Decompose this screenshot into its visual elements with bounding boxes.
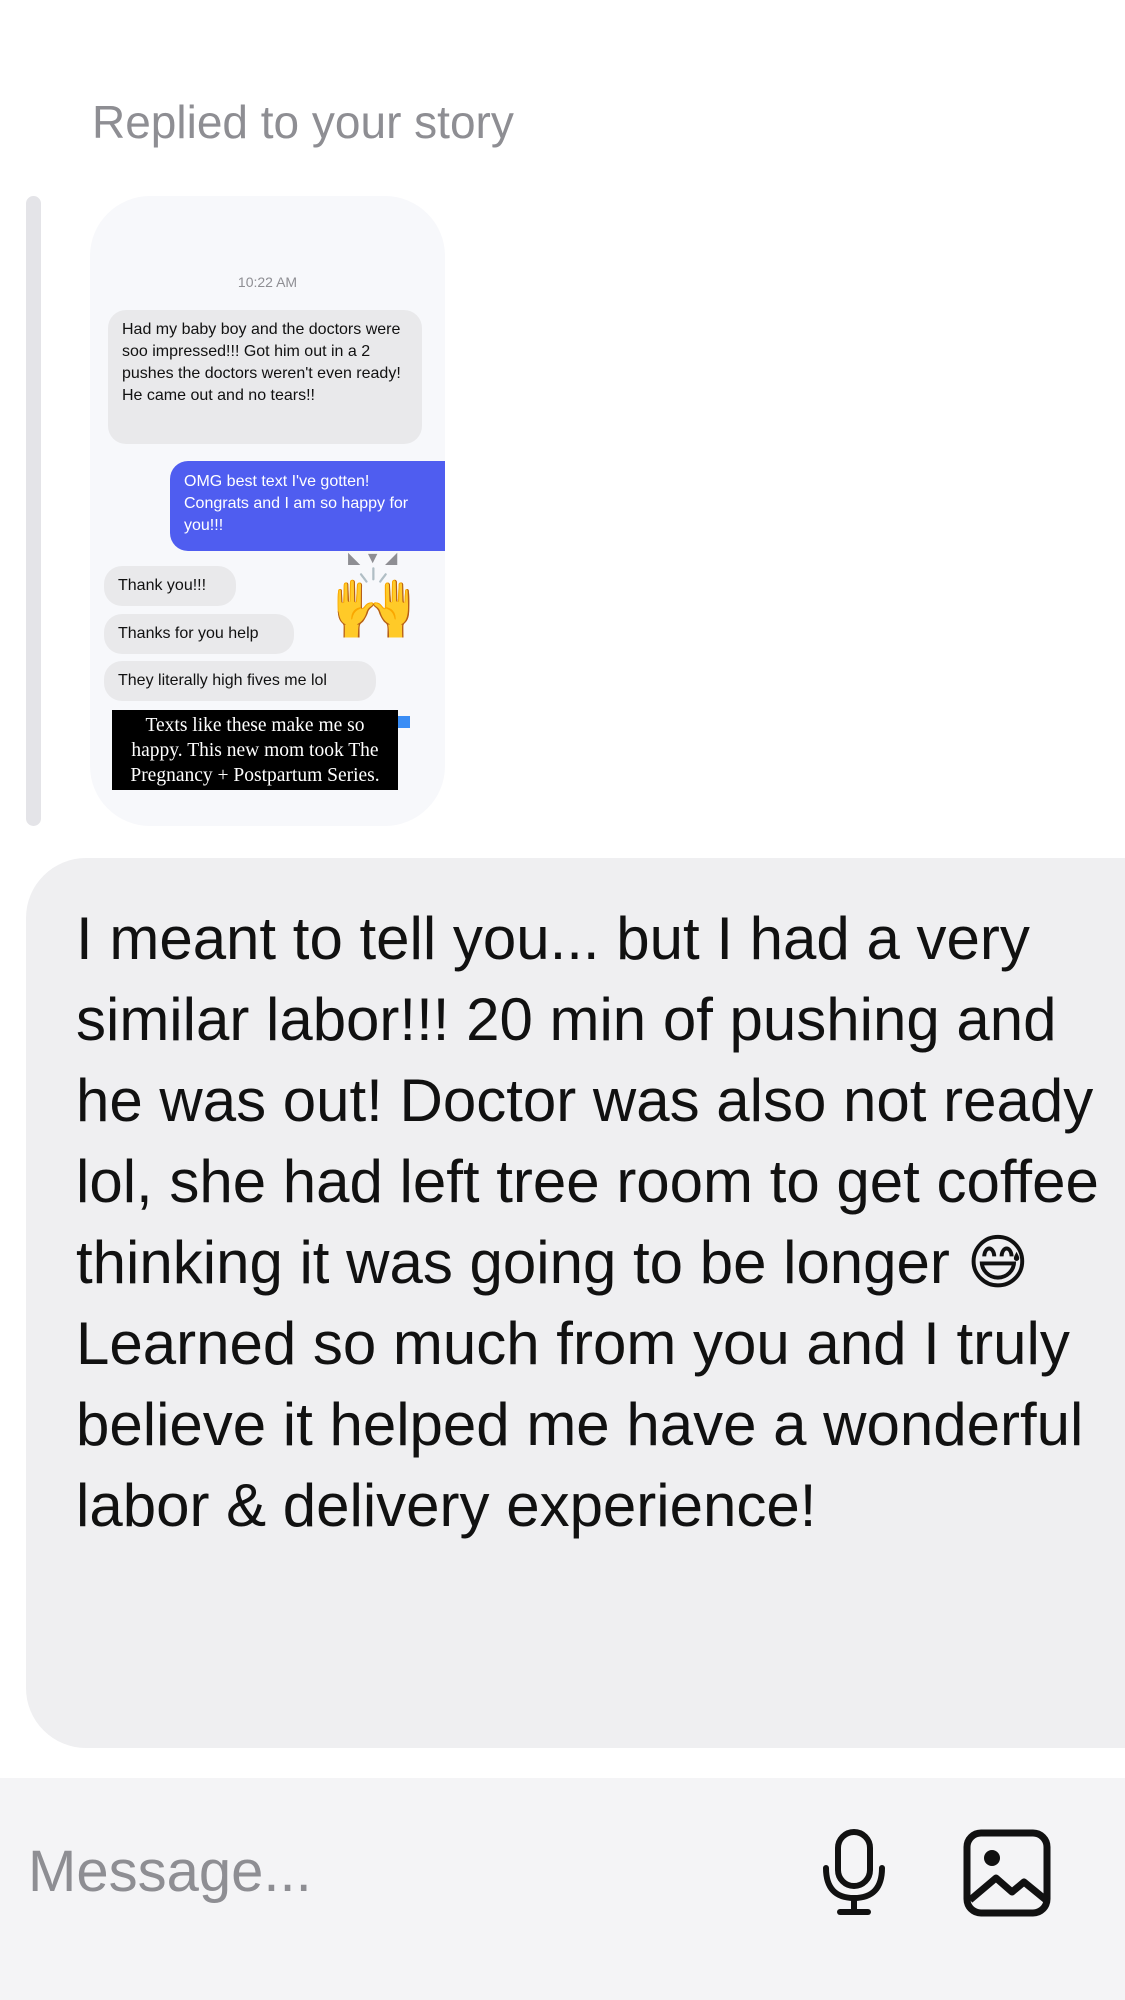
- replied-to-story-label: Replied to your story: [92, 96, 514, 148]
- caption-accent: [398, 716, 410, 728]
- story-bubble-incoming: Had my baby boy and the doctors were soo…: [108, 310, 422, 444]
- microphone-icon[interactable]: [818, 1826, 890, 1916]
- image-icon[interactable]: [962, 1828, 1052, 1918]
- message-bubble[interactable]: I meant to tell you... but I had a very …: [26, 858, 1125, 1748]
- message-composer: [0, 1778, 1125, 2000]
- raised-hands-emoji: 🙌: [330, 565, 418, 643]
- story-bubble-incoming: Thanks for you help: [104, 614, 294, 654]
- story-preview[interactable]: 10:22 AM Had my baby boy and the doctors…: [90, 196, 445, 826]
- quote-bar: [26, 196, 41, 826]
- story-caption: Texts like these make me so happy. This …: [112, 710, 398, 790]
- story-bubble-incoming: Thank you!!!: [104, 566, 236, 606]
- story-bubble-incoming: They literally high fives me lol: [104, 661, 376, 701]
- message-text: I meant to tell you... but I had a very …: [76, 905, 1116, 1539]
- message-input[interactable]: [26, 1830, 790, 1912]
- header-time: 10:45 AM: [0, 0, 1125, 10]
- story-timestamp: 10:22 AM: [237, 274, 298, 290]
- story-bubble-outgoing: OMG best text I've gotten! Congrats and …: [170, 461, 445, 551]
